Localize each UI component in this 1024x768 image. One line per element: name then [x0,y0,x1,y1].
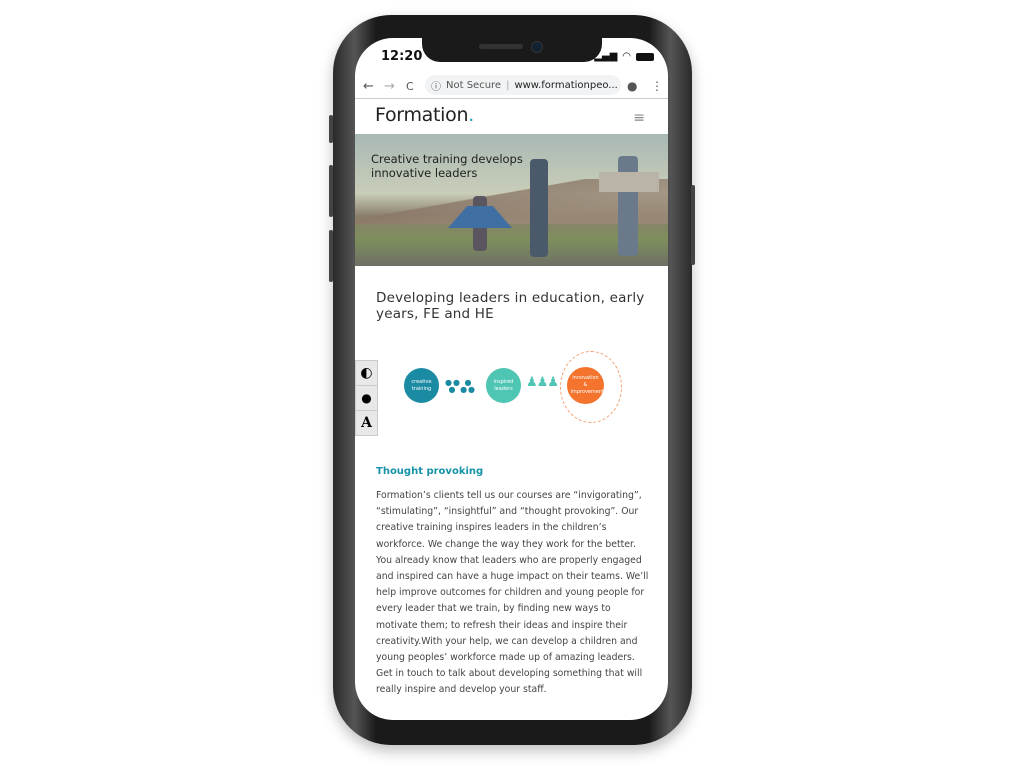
divider: | [506,79,510,91]
wifi-icon: ◠ [622,51,631,62]
status-icons: ▂▄▆ ◠ [594,51,654,62]
clock: 12:20 [381,49,423,64]
diagram-creative-training: creative training [404,368,439,403]
back-icon[interactable]: ← [363,79,374,94]
wing [599,172,659,192]
more-icon[interactable]: ⋮ [651,79,663,93]
profile-icon[interactable]: ● [627,79,637,93]
section-title: Thought provoking [376,466,484,477]
contrast-icon[interactable]: ◐ [356,361,377,386]
font-size-icon[interactable]: A [356,411,377,435]
security-label: Not Secure [446,79,502,91]
camera [531,41,543,53]
hamburger-menu-icon[interactable]: ≡ [633,110,645,126]
reload-icon[interactable]: C [406,80,414,93]
info-icon[interactable]: ⓘ [431,78,441,93]
color-drop-icon[interactable]: ● [356,386,377,411]
url-text: www.formationpeo... [514,79,618,91]
footprints-icon: ●● ● ● ●● [445,378,477,394]
step-label: creative training [411,378,432,392]
site-logo[interactable]: Formation. [375,104,474,126]
people-icon: ♟♟♟ [526,375,559,390]
mute-switch [329,115,333,143]
page-heading: Developing leaders in education, early y… [376,290,645,322]
power-button [691,185,695,265]
volume-up-button [329,165,333,217]
signal-icon: ▂▄▆ [594,51,618,62]
address-bar[interactable]: ⓘ Not Secure | www.formationpeo... ☆ [425,75,621,95]
hero-banner: Creative training develops innovative le… [355,134,668,266]
battery-icon [636,52,654,61]
diagram-innovation-improvement: innovation & improvement [567,367,604,404]
hero-text: Creative training develops innovative le… [371,152,523,180]
logo-dot: . [468,104,474,126]
logo-text: Formation [375,104,469,126]
notch [422,38,602,62]
speaker [479,44,523,49]
screen: 12:20 ▂▄▆ ◠ ← → C ⓘ Not Secure | www.for… [355,38,668,720]
forward-icon[interactable]: → [384,79,395,94]
accessibility-toolbar: ◐ ● A [355,360,378,436]
child-figure [618,156,638,256]
volume-down-button [329,230,333,282]
section-body: Formation’s clients tell us our courses … [376,490,649,696]
child-figure [530,159,548,257]
step-label: inspired leaders [493,378,514,392]
browser-toolbar: ← → C ⓘ Not Secure | www.formationpeo...… [355,74,668,99]
step-label: innovation & improvement [570,375,605,395]
diagram-inspired-leaders: inspired leaders [486,368,521,403]
